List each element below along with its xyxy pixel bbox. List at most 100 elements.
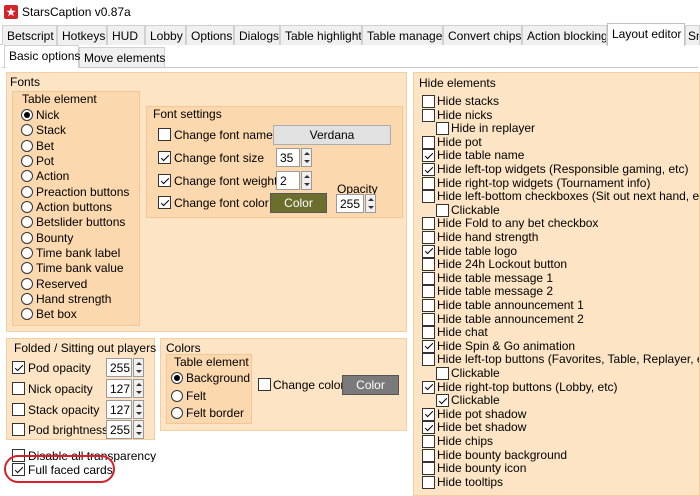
tab-action-blocking[interactable]: Action blocking (522, 25, 607, 45)
hide-item-checkbox[interactable] (422, 108, 435, 122)
radio-action-buttons[interactable] (21, 201, 33, 213)
hide-item-checkbox[interactable] (422, 95, 435, 108)
radio-time-bank-label[interactable] (21, 247, 33, 259)
radio-preaction-buttons[interactable] (21, 186, 33, 198)
font-color-button[interactable]: Color (270, 193, 327, 213)
change-font-size-checkbox[interactable] (158, 151, 171, 164)
tab-hud[interactable]: HUD (107, 25, 145, 45)
hide-item-checkbox[interactable] (422, 353, 435, 367)
hide-item-checkbox[interactable] (422, 326, 435, 340)
font-settings-title: Font settings (153, 107, 222, 121)
hide-item-checkbox[interactable] (422, 217, 435, 231)
hide-item-checkbox[interactable] (422, 176, 435, 190)
hide-item-checkbox[interactable] (436, 122, 449, 136)
font-size-stepper[interactable] (301, 148, 312, 167)
hide-item-checkbox[interactable] (422, 244, 435, 258)
hide-item-checkbox[interactable] (422, 312, 435, 326)
pod-opacity-stepper[interactable] (133, 358, 144, 377)
hide-item-checkbox[interactable] (422, 163, 435, 176)
radio-action[interactable] (21, 170, 33, 182)
stack-opacity-checkbox[interactable] (12, 403, 25, 416)
hide-item-label: Hide chat (437, 325, 488, 340)
font-size-input[interactable]: 35 (276, 148, 300, 167)
radio-bet[interactable] (21, 140, 33, 152)
hide-item-label: Hide in replayer (451, 121, 536, 136)
nick-opacity-label: Nick opacity (28, 382, 93, 396)
hide-item-checkbox[interactable] (422, 271, 435, 285)
hide-item-checkbox[interactable] (436, 203, 449, 217)
hide-item-checkbox[interactable] (422, 285, 435, 299)
change-font-color-checkbox[interactable] (158, 196, 171, 209)
radio-label: Time bank value (36, 261, 124, 275)
hide-item-checkbox[interactable] (436, 367, 449, 380)
hide-item-checkbox[interactable] (422, 435, 435, 448)
tab-table-manager[interactable]: Table manager (362, 25, 443, 45)
change-font-weight-checkbox[interactable] (158, 174, 171, 187)
hide-item-checkbox[interactable] (422, 448, 435, 462)
nick-opacity-stepper[interactable] (133, 379, 144, 398)
pod-brightness-checkbox[interactable] (12, 423, 25, 436)
tab-options[interactable]: Options (186, 25, 234, 45)
font-opacity-input[interactable]: 255 (336, 194, 364, 213)
font-name-button[interactable]: Verdana (273, 125, 391, 145)
tab-betscript[interactable]: Betscript (2, 25, 57, 45)
radio-background[interactable] (171, 372, 183, 384)
radio-label: Nick (36, 108, 60, 122)
hide-item-checkbox[interactable] (422, 231, 435, 244)
stack-opacity-stepper[interactable] (133, 400, 144, 419)
radio-hand-strength[interactable] (21, 293, 33, 305)
hide-item-checkbox[interactable] (422, 135, 435, 149)
tab-move-elements[interactable]: Move elements (79, 47, 165, 67)
change-color-checkbox[interactable] (258, 378, 271, 391)
pod-brightness-stepper[interactable] (133, 420, 144, 439)
font-weight-stepper[interactable] (301, 171, 312, 190)
tab-convert-chips[interactable]: Convert chips (443, 25, 522, 45)
hide-item-checkbox[interactable] (422, 421, 435, 435)
hide-item-checkbox[interactable] (422, 407, 435, 421)
hide-item-checkbox[interactable] (422, 190, 435, 204)
tab-dialogs[interactable]: Dialogs (234, 25, 280, 45)
radio-label: Background (186, 371, 251, 385)
radio-time-bank-value[interactable] (21, 262, 33, 274)
nick-opacity-checkbox[interactable] (12, 382, 25, 395)
radio-bet-box[interactable] (21, 308, 33, 320)
hide-item-checkbox[interactable] (422, 339, 435, 353)
font-weight-input[interactable]: 2 (276, 171, 300, 190)
change-font-size-label: Change font size (174, 151, 265, 165)
hide-item-checkbox[interactable] (422, 462, 435, 476)
tab-hotkeys[interactable]: Hotkeys (57, 25, 107, 45)
hide-item-checkbox[interactable] (422, 475, 435, 489)
radio-betslider-buttons[interactable] (21, 216, 33, 228)
tab-table-highlight[interactable]: Table highlight (280, 25, 362, 45)
hide-item-checkbox[interactable] (422, 380, 435, 394)
radio-pot[interactable] (21, 155, 33, 167)
tab-sn[interactable]: Sn (685, 25, 700, 45)
radio-reserved[interactable] (21, 278, 33, 290)
pod-brightness-input[interactable]: 255 (106, 420, 132, 439)
radio-bounty[interactable] (21, 232, 33, 244)
hide-item-checkbox[interactable] (422, 299, 435, 312)
hide-item-checkbox[interactable] (422, 149, 435, 163)
hide-item-checkbox[interactable] (436, 394, 449, 408)
tab-layout-editor[interactable]: Layout editor (607, 23, 685, 46)
hide-elements-group: Hide elements Hide stacks Hide nicks Hide … (413, 72, 700, 496)
nick-opacity-input[interactable]: 127 (106, 379, 132, 398)
radio-nick[interactable] (21, 109, 33, 121)
radio-felt[interactable] (171, 390, 183, 402)
tab-lobby[interactable]: Lobby (145, 25, 186, 45)
hide-item-checkbox[interactable] (422, 258, 435, 272)
font-opacity-stepper[interactable] (365, 194, 376, 213)
background-color-button[interactable]: Color (342, 375, 399, 395)
tab-basic-options[interactable]: Basic options (4, 45, 80, 68)
stack-opacity-input[interactable]: 127 (106, 400, 132, 419)
radio-felt-border[interactable] (171, 407, 183, 419)
change-font-name-checkbox[interactable] (158, 128, 171, 141)
pod-opacity-input[interactable]: 255 (106, 358, 132, 377)
hide-item-label: Hide table logo (437, 243, 518, 258)
pod-opacity-checkbox[interactable] (12, 361, 25, 374)
hide-item-label: Hide bounty icon (437, 461, 527, 476)
hide-item-label: Hide table message 1 (437, 270, 554, 285)
radio-stack[interactable] (21, 124, 33, 136)
main-tab-strip: Betscript Hotkeys HUD Lobby Options Dial… (0, 23, 700, 46)
app-star-icon (4, 5, 18, 19)
